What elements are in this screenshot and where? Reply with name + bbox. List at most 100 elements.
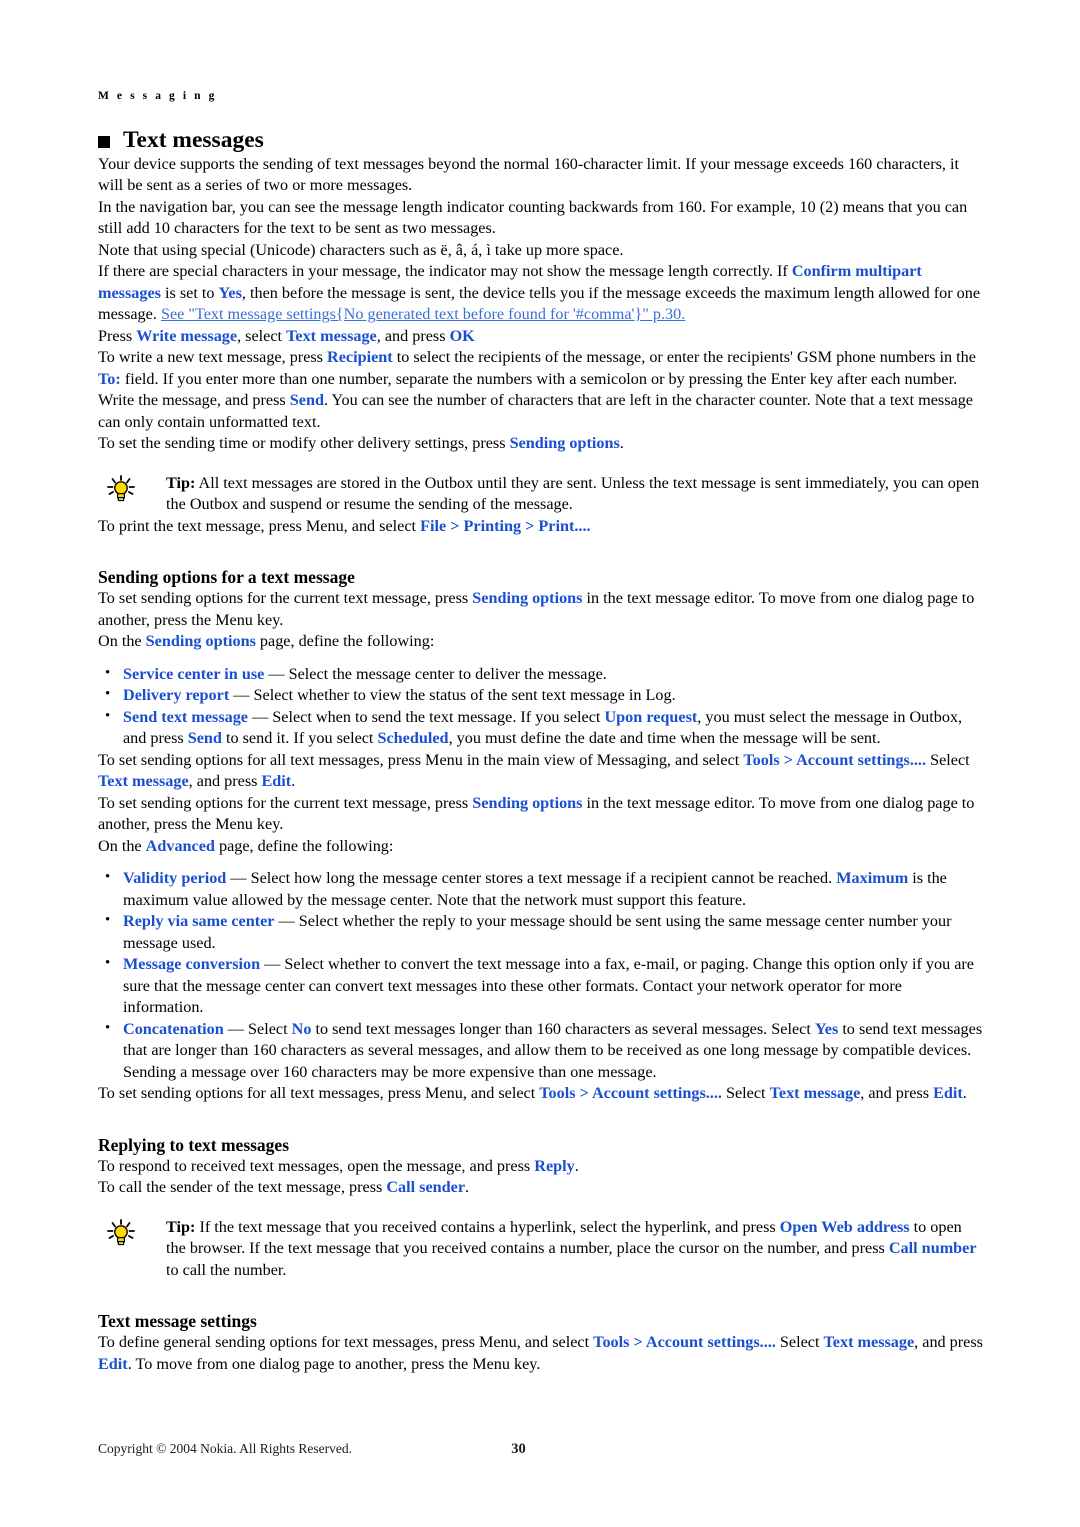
ui-term-advanced: Advanced bbox=[145, 836, 215, 855]
text-run: . bbox=[574, 1156, 579, 1175]
ui-term-text-message: Text message bbox=[823, 1333, 915, 1352]
ui-term-service-center-in-use: Service center in use bbox=[123, 664, 265, 683]
text-run: To print the text message, press Menu, a… bbox=[98, 516, 421, 535]
text-run: To set the sending time or modify other … bbox=[98, 434, 510, 453]
page-number: 30 bbox=[511, 1441, 526, 1457]
ui-term-text-message: Text message bbox=[98, 772, 189, 791]
ui-term-write-message: Write message bbox=[136, 326, 238, 345]
lightbulb-icon bbox=[98, 1217, 166, 1282]
menu-separator: > bbox=[779, 750, 797, 769]
menu-separator: > bbox=[446, 516, 464, 535]
sending-options-paragraph-2: On the Sending options page, define the … bbox=[98, 631, 984, 653]
tip-text: Tip: If the text message that you receiv… bbox=[166, 1217, 984, 1282]
tip-callout-outbox: Tip: All text messages are stored in the… bbox=[98, 473, 984, 516]
text-run: If there are special characters in your … bbox=[98, 262, 792, 281]
text-run: Press bbox=[98, 326, 137, 345]
settings-paragraph: To define general sending options for te… bbox=[98, 1332, 984, 1375]
text-run: . bbox=[465, 1178, 470, 1197]
tip-text: Tip: All text messages are stored in the… bbox=[166, 473, 984, 516]
advanced-paragraph-2: On the Advanced page, define the followi… bbox=[98, 836, 984, 858]
intro-paragraph-4: If there are special characters in your … bbox=[98, 261, 984, 326]
text-run: to send it. If you select bbox=[221, 729, 378, 748]
text-run: , select bbox=[237, 326, 287, 345]
text-run: Select bbox=[721, 1084, 770, 1103]
list-item: Service center in use — Select the messa… bbox=[101, 663, 984, 686]
text-run: , and press bbox=[860, 1084, 934, 1103]
text-run: . bbox=[962, 1084, 967, 1103]
ui-term-recipient: Recipient bbox=[327, 348, 393, 367]
menu-separator: > bbox=[575, 1084, 592, 1103]
advanced-all-messages-paragraph: To set sending options for all text mess… bbox=[98, 1083, 984, 1105]
section-heading-sending-options: Sending options for a text message bbox=[98, 567, 355, 588]
ui-term-reply-via-same-center: Reply via same center bbox=[123, 912, 275, 931]
intro-paragraph-2: In the navigation bar, you can see the m… bbox=[98, 197, 968, 238]
text-run: page, define the following: bbox=[255, 632, 435, 651]
text-run: . bbox=[619, 434, 624, 453]
text-run: Select bbox=[926, 750, 970, 769]
ui-term-tools: Tools bbox=[743, 750, 780, 769]
text-run: To respond to received text messages, op… bbox=[98, 1156, 535, 1175]
print-paragraph: To print the text message, press Menu, a… bbox=[98, 516, 984, 538]
text-run: — Select when to send the text message. … bbox=[248, 707, 605, 726]
menu-separator: > bbox=[521, 516, 539, 535]
text-run: All text messages are stored in the Outb… bbox=[166, 473, 980, 514]
ui-term-edit: Edit bbox=[98, 1354, 128, 1373]
ui-term-sending-options: Sending options bbox=[509, 434, 620, 453]
cross-reference-link[interactable]: See "Text message settings{No generated … bbox=[161, 305, 685, 323]
sending-options-paragraph-1: To set sending options for the current t… bbox=[98, 588, 984, 631]
ui-term-sending-options: Sending options bbox=[472, 589, 583, 608]
text-run: On the bbox=[98, 836, 146, 855]
list-item: Send text message — Select when to send … bbox=[101, 706, 984, 750]
replying-paragraph-1: To respond to received text messages, op… bbox=[98, 1156, 984, 1178]
ui-term-validity-period: Validity period bbox=[123, 869, 227, 888]
ui-term-tools: Tools bbox=[593, 1333, 630, 1352]
text-run: To call the sender of the text message, … bbox=[98, 1178, 387, 1197]
ui-term-edit: Edit bbox=[933, 1084, 963, 1103]
ui-term-concatenation: Concatenation bbox=[123, 1019, 224, 1038]
ui-term-no: No bbox=[291, 1019, 312, 1038]
ui-term-to-field: To: bbox=[98, 369, 121, 388]
text-run: Select bbox=[775, 1333, 824, 1352]
text-run: to select the recipients of the message,… bbox=[392, 348, 976, 367]
ui-term-edit: Edit bbox=[261, 772, 292, 791]
lightbulb-icon bbox=[98, 473, 166, 516]
list-item: Message conversion — Select whether to c… bbox=[101, 953, 984, 1019]
list-item: Concatenation — Select No to send text m… bbox=[101, 1018, 984, 1084]
text-run: , you must define the date and time when… bbox=[448, 729, 881, 748]
text-run: — Select the message center to deliver t… bbox=[264, 664, 607, 683]
running-head: M e s s a g i n g bbox=[98, 90, 217, 102]
text-run: — Select whether to view the status of t… bbox=[229, 686, 676, 705]
press-write-message-paragraph: Press Write message, select Text message… bbox=[98, 326, 984, 348]
text-run: — Select how long the message center sto… bbox=[226, 869, 837, 888]
section-heading-replying: Replying to text messages bbox=[98, 1134, 290, 1155]
text-run: To write a new text message, press bbox=[98, 348, 328, 367]
intro-paragraph-3: Note that using special (Unicode) charac… bbox=[98, 240, 624, 259]
section-heading-text-message-settings: Text message settings bbox=[98, 1311, 257, 1332]
text-run: , and press bbox=[376, 326, 450, 345]
text-run: . To move from one dialog page to anothe… bbox=[127, 1354, 541, 1373]
ui-term-account-settings: Account settings.... bbox=[796, 750, 927, 769]
ui-term-print: Print.... bbox=[538, 516, 591, 535]
ui-term-delivery-report: Delivery report bbox=[123, 686, 230, 705]
advanced-paragraph-1: To set sending options for the current t… bbox=[98, 793, 984, 836]
text-run: to send text messages longer than 160 ch… bbox=[311, 1019, 815, 1038]
text-run: to call the number. bbox=[166, 1260, 287, 1279]
ui-term-yes: Yes bbox=[814, 1019, 839, 1038]
ui-term-send: Send bbox=[289, 391, 324, 410]
ui-term-send-text-message: Send text message bbox=[123, 707, 248, 726]
all-messages-settings-paragraph: To set sending options for all text mess… bbox=[98, 750, 984, 793]
ui-term-open-web-address: Open Web address bbox=[779, 1217, 910, 1236]
ui-term-message-conversion: Message conversion bbox=[123, 955, 261, 974]
ui-term-call-sender: Call sender bbox=[386, 1178, 466, 1197]
ui-term-send: Send bbox=[187, 729, 222, 748]
text-run: To set sending options for the current t… bbox=[98, 589, 473, 608]
document-page: M e s s a g i n g Text messages Your dev… bbox=[98, 0, 984, 1527]
ui-term-file: File bbox=[420, 516, 447, 535]
ui-term-upon-request: Upon request bbox=[604, 707, 698, 726]
text-run: To set sending options for all text mess… bbox=[98, 1084, 540, 1103]
tip-label: Tip: bbox=[166, 1217, 196, 1236]
text-run: , and press bbox=[188, 772, 262, 791]
text-run: To set sending options for all text mess… bbox=[98, 750, 744, 769]
ui-term-account-settings: Account settings.... bbox=[645, 1333, 776, 1352]
replying-paragraph-2: To call the sender of the text message, … bbox=[98, 1177, 984, 1199]
